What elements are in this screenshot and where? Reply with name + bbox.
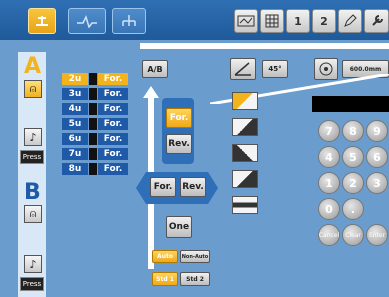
network-tab[interactable] [112,8,146,34]
person-a-icon[interactable]: ⍝ [24,80,42,98]
keypad-key[interactable]: 4 [318,146,340,168]
wrench-icon [371,15,383,26]
waveform-tab[interactable] [68,8,106,34]
std-2-button[interactable]: Std 2 [180,272,210,286]
shape-3-button[interactable] [232,144,258,162]
position-number[interactable]: 3u [62,87,88,100]
keypad-key[interactable]: 0 [318,198,340,220]
one-button[interactable]: One [166,216,192,238]
keypad-key[interactable]: 7 [318,120,340,142]
person-b-icon[interactable]: ⍝ [24,205,42,223]
keypad-func-key[interactable]: Enter [366,224,388,246]
position-direction[interactable]: For. [98,87,128,100]
position-row[interactable]: 8u For. [62,162,130,175]
forward-button[interactable]: For. [166,108,192,128]
position-marker [89,132,97,145]
forward-2-button[interactable]: For. [150,177,176,197]
keypad-func-key[interactable]: Clear [342,224,364,246]
position-direction[interactable]: For. [98,72,128,85]
shape-4-button[interactable] [232,170,258,188]
position-marker [89,147,97,160]
position-direction[interactable]: For. [98,132,128,145]
shape-5-button[interactable] [232,196,258,214]
edit-button[interactable] [338,9,362,33]
keypad-key[interactable]: . [342,198,364,220]
section-a-label: A [24,54,42,79]
position-direction[interactable]: For. [98,102,128,115]
edit-icon [344,14,357,27]
keypad-key[interactable]: 5 [342,146,364,168]
reverse-2-button[interactable]: Rev. [180,177,206,197]
position-row[interactable]: 5u For. [62,117,130,130]
std-1-button[interactable]: Std 1 [152,272,178,286]
position-marker [89,162,97,175]
keypad-display [312,96,389,112]
keypad-key[interactable]: 2 [342,172,364,194]
position-marker [89,117,97,130]
position-number[interactable]: 7u [62,147,88,160]
position-row[interactable]: 4u For. [62,102,130,115]
position-number[interactable]: 2u [62,72,88,85]
page-2-button[interactable]: 2 [312,9,336,33]
keypad-key[interactable]: 9 [366,120,388,142]
position-marker [89,72,97,85]
wrench-button[interactable] [364,9,389,33]
arrow-up-icon [143,86,159,98]
shape-1-button[interactable] [232,92,258,110]
bell-b-icon[interactable]: ♪ [24,255,42,273]
position-marker [89,87,97,100]
divider-line [140,43,389,49]
bell-a-icon[interactable]: ♪ [24,128,42,146]
position-marker [89,102,97,115]
page-1-button[interactable]: 1 [286,9,310,33]
ab-button[interactable]: A/B [142,60,168,78]
position-number[interactable]: 6u [62,132,88,145]
position-direction[interactable]: For. [98,147,128,160]
waveform-icon [77,14,97,28]
non-auto-button[interactable]: Non-Auto [180,250,210,263]
machine-icon [36,16,48,26]
press-b-button[interactable]: Press [20,277,44,291]
keypad-key[interactable]: 8 [342,120,364,142]
press-a-button[interactable]: Press [20,150,44,164]
keypad-func-key[interactable]: Cancel [318,224,340,246]
position-row[interactable]: 6u For. [62,132,130,145]
graph-button[interactable] [234,9,258,33]
position-number[interactable]: 8u [62,162,88,175]
shape-2-button[interactable] [232,118,258,136]
machine-tab[interactable] [28,8,56,34]
auto-button[interactable]: Auto [152,250,178,263]
position-direction[interactable]: For. [98,117,128,130]
keypad-key[interactable]: 3 [366,172,388,194]
position-direction[interactable]: For. [98,162,128,175]
position-row[interactable]: 7u For. [62,147,130,160]
keypad-key[interactable]: 1 [318,172,340,194]
position-number[interactable]: 4u [62,102,88,115]
keypad-key[interactable]: 6 [366,146,388,168]
position-row[interactable]: 3u For. [62,87,130,100]
grid-button[interactable] [260,9,284,33]
position-row[interactable]: 2u For. [62,72,130,85]
page-2-icon: 2 [320,14,328,28]
network-icon [122,15,136,26]
graph-icon [237,15,255,27]
reverse-button[interactable]: Rev. [166,134,192,154]
grid-icon [265,14,279,28]
section-b-label: B [24,180,41,205]
position-number[interactable]: 5u [62,117,88,130]
page-1-icon: 1 [294,14,302,28]
